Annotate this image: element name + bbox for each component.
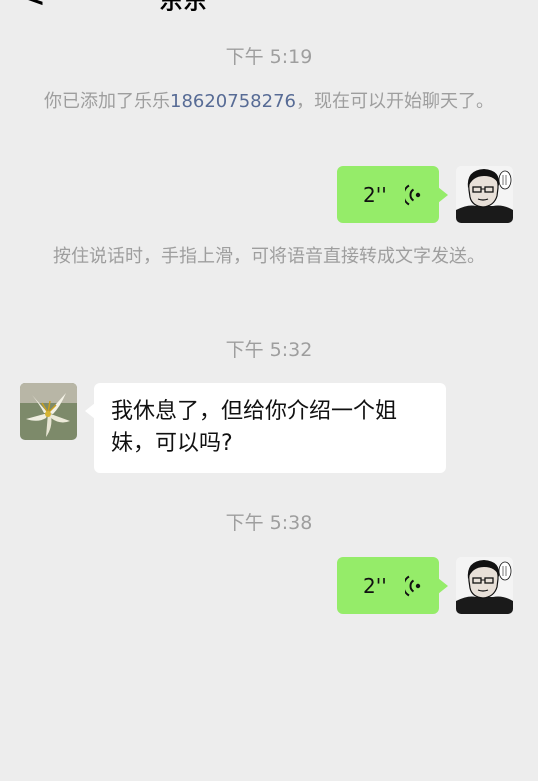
comic-man-avatar-icon[interactable] [456, 166, 513, 223]
comic-man-avatar-icon[interactable] [456, 557, 513, 614]
voice-duration: 2'' [363, 573, 387, 598]
chat-header: < 乐乐 [0, 0, 538, 15]
timestamp: 下午 5:19 [225, 46, 313, 68]
note-text: 你已添加了乐乐 [44, 91, 170, 112]
lily-flower-avatar-icon[interactable] [20, 383, 77, 440]
voice-wave-icon [404, 575, 421, 597]
timestamp: 下午 5:38 [225, 512, 313, 534]
voice-tip-note: 按住说话时，手指上滑，可将语音直接转成文字发送。 [53, 246, 485, 267]
timestamp: 下午 5:32 [225, 339, 313, 361]
back-button[interactable]: < [22, 0, 45, 13]
voice-message-bubble[interactable]: 2'' [337, 166, 448, 223]
note-text: ，现在可以开始聊天了。 [295, 91, 494, 112]
voice-message-bubble[interactable]: 2'' [337, 557, 448, 614]
voice-wave-icon [404, 184, 421, 206]
chat-screen: < 乐乐 下午 5:19 你已添加了乐乐18620758276，现在可以开始聊天… [0, 0, 538, 781]
chat-title: 乐乐 [160, 0, 209, 15]
incoming-text-bubble[interactable]: 我休息了，但给你介绍一个姐妹，可以吗? [85, 383, 446, 473]
phone-link[interactable]: 18620758276 [170, 91, 296, 112]
friend-added-note: 你已添加了乐乐18620758276，现在可以开始聊天了。 [44, 89, 494, 114]
voice-duration: 2'' [363, 182, 387, 207]
